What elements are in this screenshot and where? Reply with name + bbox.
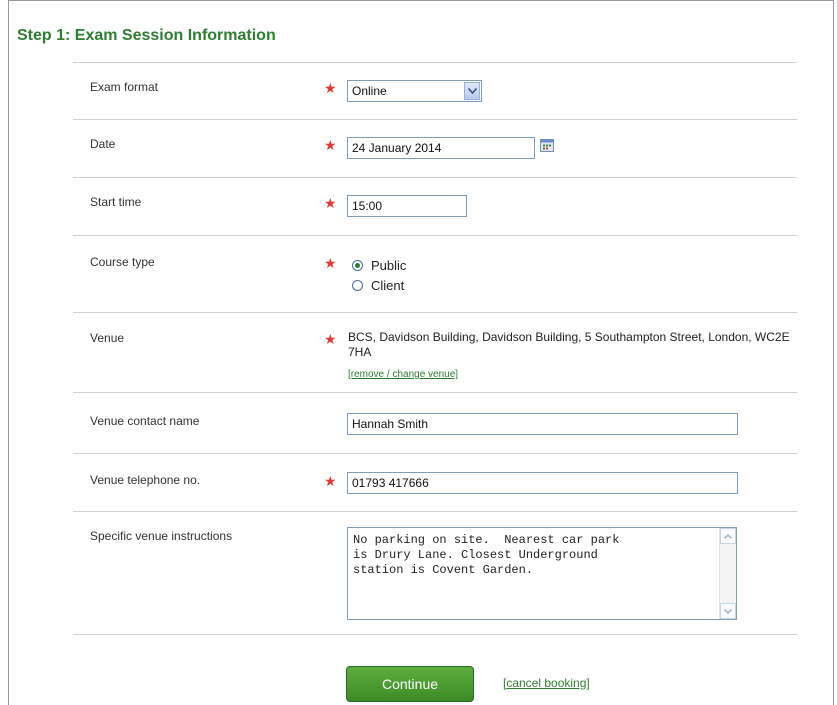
instructions-scrollbar[interactable] [719, 528, 736, 619]
divider [73, 634, 797, 635]
change-venue-link[interactable]: [remove / change venue] [348, 369, 458, 380]
start-time-label: Start time [90, 195, 142, 209]
venue-label: Venue [90, 331, 125, 345]
exam-format-value: Online [352, 84, 387, 98]
radio-client[interactable]: Client [352, 278, 404, 293]
contact-name-field[interactable] [347, 413, 738, 435]
divider [73, 177, 797, 178]
course-type-label: Course type [90, 255, 155, 269]
instructions-label: Specific venue instructions [90, 529, 233, 543]
required-marker: ★ [324, 195, 337, 211]
venue-address: BCS, Davidson Building, Davidson Buildin… [348, 330, 790, 359]
required-marker: ★ [324, 473, 337, 489]
telephone-label: Venue telephone no. [90, 473, 201, 487]
divider [73, 453, 797, 454]
divider [73, 62, 797, 63]
required-marker: ★ [324, 80, 337, 96]
required-marker: ★ [324, 137, 337, 153]
telephone-field[interactable] [347, 472, 738, 494]
chevron-down-icon[interactable] [464, 82, 480, 100]
instructions-textarea[interactable]: No parking on site. Nearest car park is … [347, 527, 737, 620]
radio-client-label: Client [371, 278, 405, 293]
date-label: Date [90, 137, 116, 151]
divider [73, 235, 797, 236]
scroll-up-icon[interactable] [720, 528, 736, 544]
radio-public[interactable]: Public [352, 258, 406, 273]
divider [73, 511, 797, 512]
scroll-down-icon[interactable] [720, 603, 736, 619]
divider [73, 312, 797, 313]
calendar-icon[interactable] [540, 139, 554, 152]
page-title: Step 1: Exam Session Information [17, 27, 276, 44]
divider [73, 392, 797, 393]
contact-name-label: Venue contact name [90, 414, 200, 428]
start-time-field[interactable] [347, 195, 467, 217]
continue-button[interactable]: Continue [346, 666, 474, 702]
radio-selected-icon[interactable] [352, 260, 363, 271]
exam-format-label: Exam format [90, 80, 159, 94]
required-marker: ★ [324, 331, 337, 347]
divider [73, 119, 797, 120]
radio-public-label: Public [371, 258, 407, 273]
exam-format-select[interactable]: Online [347, 80, 482, 102]
date-field[interactable] [347, 137, 535, 159]
cancel-booking-link[interactable]: [cancel booking] [503, 676, 590, 690]
radio-unselected-icon[interactable] [352, 280, 363, 291]
required-marker: ★ [324, 255, 337, 271]
